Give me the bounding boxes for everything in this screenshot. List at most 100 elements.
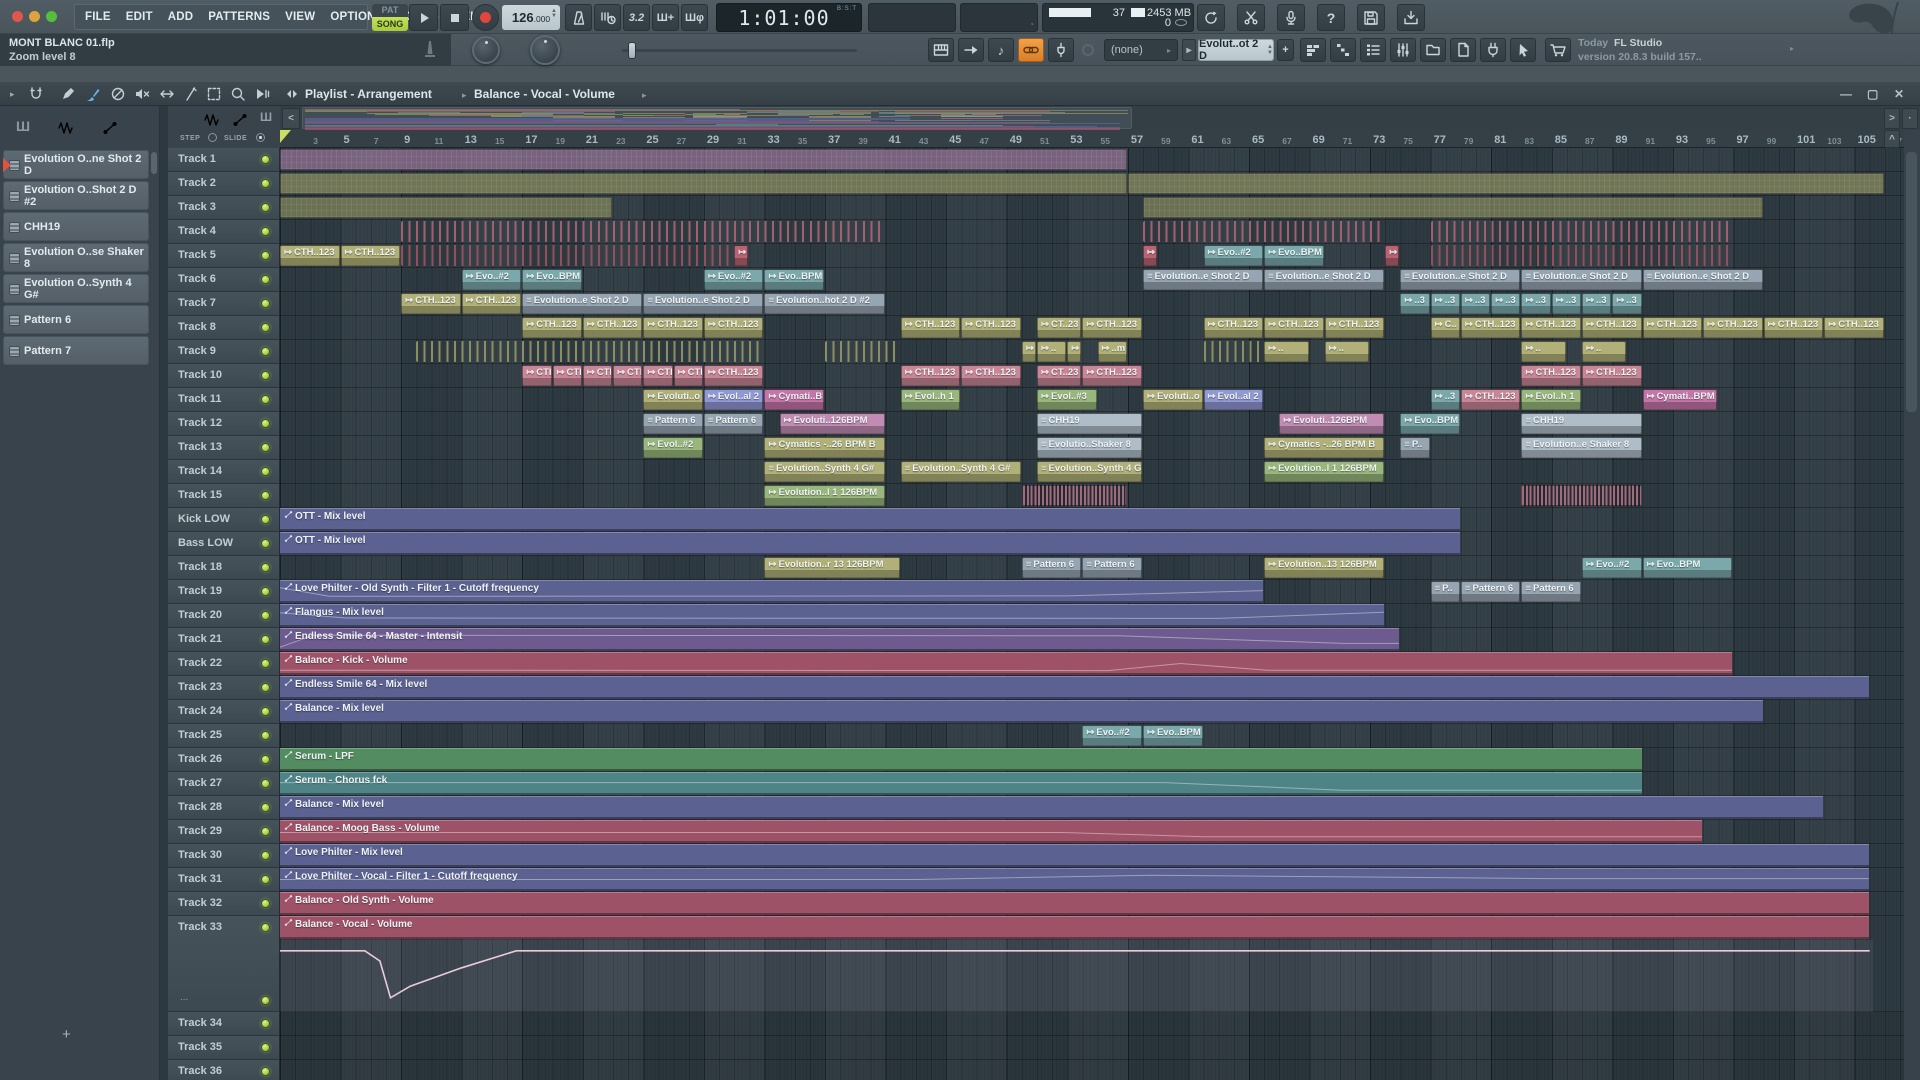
audio-clip[interactable]: ↦ ..3: [1612, 293, 1642, 314]
mute-led[interactable]: [261, 803, 270, 812]
mute-tool-icon[interactable]: [134, 86, 150, 102]
track-name[interactable]: Track 7: [178, 297, 216, 309]
mute-led[interactable]: [261, 347, 270, 356]
step-toggle[interactable]: [208, 133, 217, 142]
pattern-clip[interactable]: ≡ Pattern 6: [703, 413, 764, 434]
track-lane[interactable]: Balance - Moog Bass - Volume: [280, 820, 1904, 844]
mute-led[interactable]: [261, 659, 270, 668]
pattern-clip[interactable]: ≡ P..: [1400, 437, 1430, 458]
track-lane[interactable]: ↦ Evo..#2 ↦ Evo..BPM ↦ Evo..#2 ↦ Evo..BPM ≡ Evolu…: [280, 268, 1904, 292]
shuttle-slider[interactable]: [622, 49, 857, 52]
track-lane[interactable]: ↦ CTH..123 ↦ CTH..123 ↦ ↦ ↦ Evo..#2 ↦ Evo..BPM ↦: [280, 244, 1904, 268]
track-name[interactable]: Track 27: [178, 777, 222, 789]
track-lane[interactable]: [280, 172, 1904, 196]
pattern-clip[interactable]: ≡ Evolution..hot 2 D #2: [764, 293, 885, 314]
export-button[interactable]: [1397, 4, 1425, 31]
track-lane[interactable]: ≡ Pattern 6 ≡ Pattern 6 ↦ Evoluti..126BPM ≡ CHH…: [280, 412, 1904, 436]
automation-clip[interactable]: Love Philter - Old Synth - Filter 1 - Cu…: [280, 580, 1264, 603]
audio-clip[interactable]: ↦ CTH..123: [401, 293, 461, 314]
mute-led[interactable]: [261, 827, 270, 836]
audio-clip[interactable]: ↦..: [1037, 341, 1067, 362]
track-name[interactable]: Track 15: [178, 489, 222, 501]
track-name[interactable]: Track 21: [178, 633, 222, 645]
audio-clip[interactable]: ↦ ..3: [1551, 293, 1582, 314]
automation-clip[interactable]: Love Philter - Mix level: [280, 844, 1869, 867]
audio-tick-strip[interactable]: [1430, 221, 1733, 242]
audio-clip[interactable]: ↦ CTH..123: [1582, 365, 1642, 386]
track-header[interactable]: Track 10: [168, 364, 279, 388]
audio-clip[interactable]: ↦ Evo..BPM: [764, 269, 825, 290]
track-name[interactable]: Track 5: [178, 249, 216, 261]
mute-led[interactable]: [261, 515, 270, 524]
song-mode-label[interactable]: SONG: [372, 17, 408, 31]
audio-clip[interactable]: ↦ CTH..123: [900, 317, 961, 338]
track-header[interactable]: Track 19: [168, 580, 279, 604]
pattern-item[interactable]: CHH19: [3, 212, 149, 241]
playback-tool-icon[interactable]: [254, 86, 270, 102]
track-header[interactable]: Track 25: [168, 724, 279, 748]
audio-clip[interactable]: ↦ Cymatics -..26 BPM B: [764, 437, 885, 458]
track-lane[interactable]: [280, 220, 1904, 244]
track-header[interactable]: Track 3: [168, 196, 279, 220]
track-lane[interactable]: Serum - Chorus fck: [280, 772, 1904, 796]
pattern-clip[interactable]: ≡ Pattern 6: [1521, 581, 1582, 602]
mute-led[interactable]: [261, 587, 270, 596]
pattern-clip[interactable]: ≡ CHH19: [1037, 413, 1142, 434]
midi-input-selector[interactable]: (none) ▸: [1104, 39, 1178, 61]
mixer-window-button[interactable]: [1390, 38, 1416, 62]
record-button[interactable]: [472, 4, 499, 31]
track-name[interactable]: Track 34: [178, 1017, 222, 1029]
audio-clip[interactable]: ↦CTH: [643, 365, 673, 386]
track-header[interactable]: Track 5: [168, 244, 279, 268]
track-name[interactable]: Track 30: [178, 849, 222, 861]
audio-clip[interactable]: ↦ Evol..h 1: [1521, 389, 1582, 410]
audio-clip[interactable]: ↦ Evolution..r 13 126BPM: [764, 557, 900, 578]
track-name[interactable]: Track 6: [178, 273, 216, 285]
audio-clip[interactable]: ↦Cymati..BPM: [764, 389, 825, 410]
pattern-clip[interactable]: ≡ Evolution..e Shot 2 D: [1642, 269, 1763, 290]
recording-options-button[interactable]: [1277, 4, 1305, 31]
pattern-clip[interactable]: ≡ P..: [1430, 581, 1460, 602]
zoom-tool-icon[interactable]: [230, 86, 246, 102]
mute-led[interactable]: [261, 395, 270, 404]
playlist-minimize-button[interactable]: —: [1840, 87, 1852, 101]
scroll-dot-button[interactable]: ·: [1902, 108, 1918, 129]
add-pattern-button[interactable]: +: [1277, 39, 1294, 61]
track-name[interactable]: Track 36: [178, 1065, 222, 1077]
track-name[interactable]: Track 4: [178, 225, 216, 237]
track-name[interactable]: Track 12: [178, 417, 222, 429]
mute-led[interactable]: [261, 1019, 270, 1028]
shop-button[interactable]: [1545, 38, 1571, 62]
track-header[interactable]: Track 28: [168, 796, 279, 820]
track-lane[interactable]: [280, 196, 1904, 220]
track-lane[interactable]: Endless Smile 64 - Mix level: [280, 676, 1904, 700]
audio-clip[interactable]: ↦ CT..23: [1037, 317, 1082, 338]
track-lane[interactable]: OTT - Mix level: [280, 532, 1904, 556]
menu-item-edit[interactable]: EDIT: [126, 11, 153, 23]
picker-tab-automation-icon[interactable]: [102, 120, 118, 141]
mute-led[interactable]: [261, 227, 270, 236]
audio-clip[interactable]: ↦ CTH..123: [1264, 317, 1324, 338]
audio-clip[interactable]: ↦ CTH..123: [1460, 317, 1521, 338]
mute-led[interactable]: [261, 996, 270, 1005]
audio-clip[interactable]: ↦ CTH..123: [1824, 317, 1884, 338]
mute-led[interactable]: [261, 179, 270, 188]
mute-led[interactable]: [261, 323, 270, 332]
mute-led[interactable]: [261, 707, 270, 716]
track-name[interactable]: Track 25: [178, 729, 222, 741]
pattern-item[interactable]: Evolution O..Shot 2 D #2: [3, 181, 149, 210]
mute-led[interactable]: [261, 299, 270, 308]
pattern-clip[interactable]: ≡ Pattern 6: [1082, 557, 1142, 578]
track-name[interactable]: Track 10: [178, 369, 222, 381]
track-header[interactable]: Track 20: [168, 604, 279, 628]
track-header[interactable]: Track 22: [168, 652, 279, 676]
news-line1[interactable]: Today FL Studio: [1578, 37, 1662, 49]
track-header[interactable]: Track 14: [168, 460, 279, 484]
timeline-ruler[interactable]: 3 5 7 9 11 13 15 17 19 21 23 25 27 29 31 33 35 37 39 41 43 45…: [280, 130, 1904, 148]
slide-toggle[interactable]: [256, 133, 265, 142]
track-lane[interactable]: ↦ CTH..123 ↦ CTH..123 ↦ CTH..123 ↦ CTH..123 ↦ CTH…: [280, 316, 1904, 340]
audio-clip[interactable]: ↦ CTH..123: [703, 365, 764, 386]
master-pitch-knob[interactable]: [530, 35, 560, 65]
mute-led[interactable]: [261, 779, 270, 788]
mute-led[interactable]: [261, 899, 270, 908]
